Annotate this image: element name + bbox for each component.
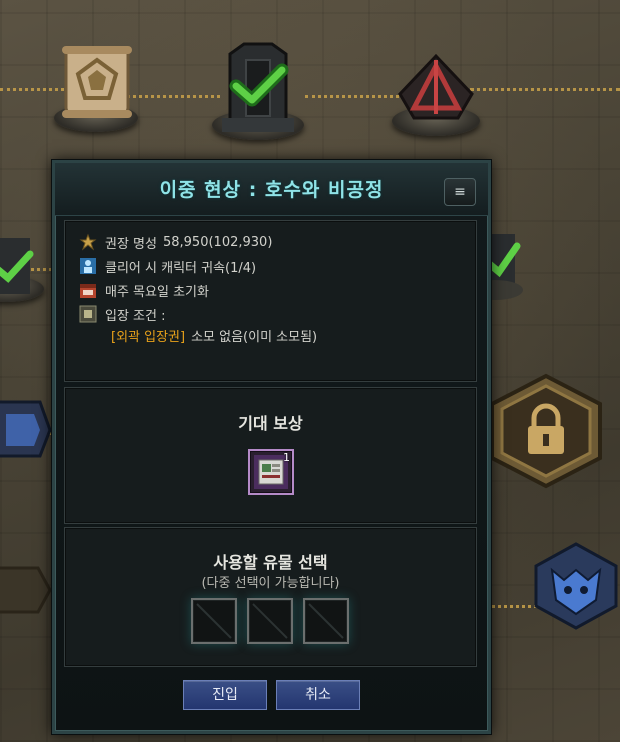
padlock-icon — [528, 403, 564, 454]
checkmark-icon — [485, 234, 523, 300]
entry-condition-line: 입장 조건 : — [79, 304, 166, 324]
empty-slot-icon — [252, 603, 288, 639]
entry-ticket-icon — [79, 305, 97, 323]
map-node-completed[interactable] — [208, 40, 308, 146]
gold-node-icon — [0, 566, 52, 614]
reputation-line: 권장 명성 58,950 (102,930) — [79, 232, 272, 252]
entry-condition-label: 입장 조건 : — [105, 308, 166, 324]
pentagon-scroll-icon — [62, 46, 132, 118]
reward-item-count: 1 — [283, 451, 290, 464]
cancel-button[interactable]: 취소 — [276, 680, 360, 710]
entry-ticket-name: [외곽 입장권] — [111, 329, 186, 345]
dialog-header: 이중 현상 : 호수와 비공정 ≡ — [55, 163, 488, 216]
blue-crest-icon — [0, 400, 52, 458]
map-node-left-completed[interactable] — [0, 232, 50, 312]
dungeon-entry-dialog: 이중 현상 : 호수와 비공정 ≡ 권장 명성 58,950 (102,930)… — [52, 160, 491, 734]
entry-ticket-status: 소모 없음(이미 소모됨) — [191, 329, 318, 345]
map-node-monster[interactable] — [532, 540, 620, 632]
weekly-reset-line: 매주 목요일 초기화 — [79, 280, 209, 300]
character-bind-text: 클리어 시 캐릭터 귀속(1/4) — [105, 260, 257, 276]
menu-icon[interactable]: ≡ — [444, 178, 476, 206]
empty-slot-icon — [308, 603, 344, 639]
character-icon — [80, 258, 96, 274]
checkmark-icon — [0, 238, 34, 294]
enter-button[interactable]: 진입 — [183, 680, 267, 710]
calendar-icon — [80, 284, 96, 298]
reward-item-slot[interactable]: 1 — [248, 449, 294, 495]
weekly-reset-text: 매주 목요일 초기화 — [105, 284, 209, 300]
dialog-title: 이중 현상 : 호수와 비공정 — [159, 179, 384, 201]
relic-select-hint: (다중 선택이 가능합니다) — [201, 576, 340, 591]
expected-reward-section: 기대 보상 1 — [64, 387, 477, 524]
relic-slot-3[interactable] — [303, 598, 349, 644]
map-node-left-partial[interactable] — [0, 560, 52, 620]
entry-requirement-line: [외곽 입장권] 소모 없음(이미 소모됨) — [111, 325, 317, 345]
map-node-locked[interactable] — [484, 372, 608, 490]
map-node-left-blue[interactable] — [0, 392, 52, 468]
map-node-right-completed[interactable] — [485, 222, 535, 302]
character-bind-line: 클리어 시 캐릭터 귀속(1/4) — [79, 256, 256, 276]
map-node-triangle[interactable] — [388, 50, 484, 142]
reward-title: 기대 보상 — [238, 414, 303, 433]
map-path — [470, 88, 620, 91]
reputation-paren: (102,930) — [208, 234, 273, 250]
blue-demon-emblem-icon — [534, 542, 618, 630]
red-triangle-emblem-icon — [398, 53, 474, 120]
reputation-crest-icon — [79, 233, 97, 251]
relic-select-title: 사용할 유물 선택 — [213, 553, 328, 572]
relic-slot-2[interactable] — [247, 598, 293, 644]
relic-slot-1[interactable] — [191, 598, 237, 644]
checkmark-icon — [229, 63, 289, 107]
map-node-pentagon[interactable] — [52, 40, 142, 140]
reputation-value: 58,950 — [162, 234, 209, 250]
empty-slot-icon — [196, 603, 232, 639]
dungeon-info-section: 권장 명성 58,950 (102,930) 클리어 시 캐릭터 귀속(1/4)… — [64, 220, 477, 382]
reputation-label: 권장 명성 — [105, 236, 157, 252]
relic-select-section: 사용할 유물 선택 (다중 선택이 가능합니다) — [64, 527, 477, 667]
